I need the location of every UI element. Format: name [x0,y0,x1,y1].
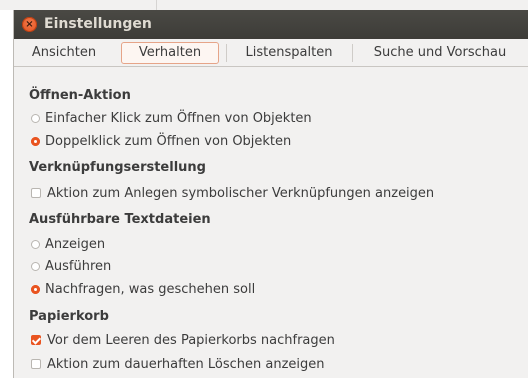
tab-verhalten[interactable]: Verhalten [121,42,219,64]
link-creation-heading: Verknüpfungserstellung [29,160,206,175]
option-label: Doppelklick zum Öffnen von Objekten [45,133,292,149]
option-label: Vor dem Leeren des Papierkorbs nachfrage… [47,332,335,348]
radio-unselected-icon [31,261,40,271]
option-label: Aktion zum dauerhaften Löschen anzeigen [47,356,325,372]
ask-radio[interactable]: Nachfragen, was geschehen soll [31,280,255,298]
window-title: Einstellungen [44,16,152,32]
option-label: Nachfragen, was geschehen soll [45,281,256,297]
option-label: Anzeigen [45,236,106,252]
checkbox-unchecked-icon [31,188,41,198]
tab-bar: Ansichten Verhalten Listenspalten Suche … [14,39,528,67]
desktop-background [0,0,528,10]
checkbox-unchecked-icon [31,359,41,369]
executable-text-heading: Ausführbare Textdateien [29,212,211,227]
checkbox-checked-icon [31,335,41,345]
radio-selected-icon [31,136,40,146]
permanent-delete-checkbox[interactable]: Aktion zum dauerhaften Löschen anzeigen [31,355,325,373]
open-action-heading: Öffnen-Aktion [29,88,131,103]
option-label: Ausführen [45,258,112,274]
desktop-divider [156,0,157,10]
titlebar: × Einstellungen [14,10,528,39]
tab-divider [352,44,353,62]
tab-ansichten[interactable]: Ansichten [20,42,108,64]
behavior-panel: Öffnen-Aktion Einfacher Klick zum Öffnen… [14,67,528,378]
tab-suche-und-vorschau[interactable]: Suche und Vorschau [356,42,524,64]
radio-selected-icon [31,284,40,294]
radio-unselected-icon [31,239,40,249]
close-icon[interactable]: × [22,17,37,32]
trash-heading: Papierkorb [29,309,109,324]
double-click-radio[interactable]: Doppelklick zum Öffnen von Objekten [31,132,291,150]
tab-divider [226,44,227,62]
option-label: Aktion zum Anlegen symbolischer Verknüpf… [47,185,435,201]
single-click-radio[interactable]: Einfacher Klick zum Öffnen von Objekten [31,109,312,127]
symlink-action-checkbox[interactable]: Aktion zum Anlegen symbolischer Verknüpf… [31,184,434,202]
preferences-window: × Einstellungen Ansichten Verhalten List… [13,10,528,378]
option-label: Einfacher Klick zum Öffnen von Objekten [45,110,312,126]
run-radio[interactable]: Ausführen [31,257,111,275]
confirm-empty-trash-checkbox[interactable]: Vor dem Leeren des Papierkorbs nachfrage… [31,331,335,349]
radio-unselected-icon [31,113,40,123]
display-radio[interactable]: Anzeigen [31,235,105,253]
tab-listenspalten[interactable]: Listenspalten [229,42,349,64]
